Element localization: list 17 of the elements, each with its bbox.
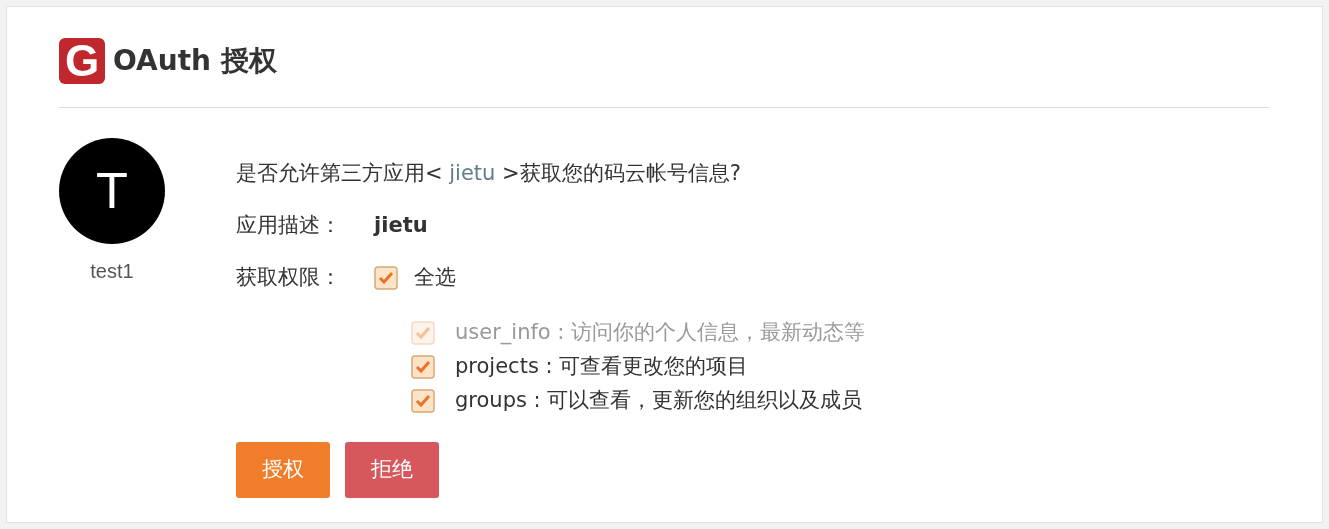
field-label: 应用描述： [236, 212, 342, 240]
page-title: OAuth 授权 [113, 43, 277, 79]
permission-label: user_info : 访问你的个人信息，最新动态等 [455, 319, 866, 347]
field-label: 获取权限： [236, 264, 342, 292]
checkbox[interactable] [411, 389, 435, 413]
authorize-button[interactable]: 授权 [236, 442, 330, 498]
checkbox[interactable] [411, 355, 435, 379]
checkbox-label: 全选 [414, 264, 456, 292]
permission-label: projects : 可查看更改您的项目 [455, 353, 749, 381]
username: test1 [90, 259, 134, 284]
logo-mark: G [59, 38, 105, 84]
avatar: T [59, 138, 165, 244]
permission-label: groups : 可以查看，更新您的组织以及成员 [455, 387, 863, 415]
deny-button[interactable]: 拒绝 [345, 442, 439, 498]
checkbox[interactable] [374, 266, 398, 290]
authorization-question: 是否允许第三方应用< jietu >获取您的码云帐号信息? [236, 160, 741, 188]
app-description: jietu [374, 212, 428, 240]
